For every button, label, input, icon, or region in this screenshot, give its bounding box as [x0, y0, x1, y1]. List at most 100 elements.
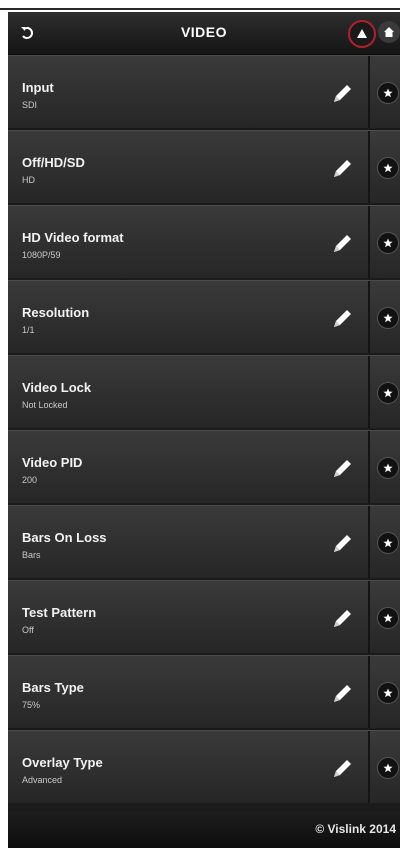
favorite-button[interactable]	[377, 307, 399, 329]
list-item-content[interactable]: Bars Type 75%	[8, 656, 366, 728]
star-icon	[383, 613, 393, 623]
pencil-icon	[334, 535, 351, 552]
pencil-icon	[334, 310, 351, 327]
page-title: VIDEO	[180, 24, 228, 40]
setting-title: Input	[22, 80, 54, 95]
home-button[interactable]	[378, 21, 400, 43]
list-item-content[interactable]: HD Video format 1080P/59	[8, 206, 366, 278]
setting-title: HD Video format	[22, 230, 124, 245]
row-divider	[368, 581, 370, 653]
list-item-content[interactable]: Input SDI	[8, 56, 366, 128]
row-divider	[368, 206, 370, 278]
list-item-content[interactable]: Test Pattern Off	[8, 581, 366, 653]
edit-button[interactable]	[328, 755, 356, 783]
star-icon	[383, 313, 393, 323]
edit-button[interactable]	[328, 230, 356, 258]
list-item-video-lock: Video Lock Not Locked	[8, 355, 400, 428]
list-item-off-hd-sd: Off/HD/SD HD	[8, 130, 400, 203]
list-item-bars-on-loss: Bars On Loss Bars	[8, 505, 400, 578]
setting-value: 1080P/59	[22, 250, 61, 260]
star-icon	[383, 388, 393, 398]
warning-icon	[357, 29, 367, 38]
setting-title: Test Pattern	[22, 605, 97, 620]
favorite-button[interactable]	[377, 532, 399, 554]
header-bar: VIDEO	[8, 12, 400, 55]
row-divider	[368, 431, 370, 503]
setting-title: Video PID	[22, 455, 83, 470]
edit-button[interactable]	[328, 455, 356, 483]
copyright-text: © Vislink 2014	[315, 822, 396, 836]
row-divider	[368, 656, 370, 728]
pencil-icon	[334, 460, 351, 477]
star-icon	[383, 163, 393, 173]
setting-value: Bars	[22, 550, 41, 560]
favorite-button[interactable]	[377, 232, 399, 254]
setting-title: Bars On Loss	[22, 530, 107, 545]
row-divider	[368, 131, 370, 203]
home-icon	[384, 27, 394, 37]
setting-title: Video Lock	[22, 380, 92, 395]
list-item-content[interactable]: Video Lock Not Locked	[8, 356, 366, 428]
star-icon	[383, 88, 393, 98]
pencil-icon	[334, 760, 351, 777]
row-divider	[368, 56, 370, 128]
settings-list: Input SDI Off/HD/SD HD HD Video format 1…	[8, 55, 400, 805]
setting-value: Advanced	[22, 775, 63, 785]
setting-value: 200	[22, 475, 38, 485]
favorite-button[interactable]	[377, 457, 399, 479]
star-icon	[383, 463, 393, 473]
footer-bar: © Vislink 2014	[8, 812, 400, 848]
pencil-icon	[334, 85, 351, 102]
setting-value: 75%	[22, 700, 41, 710]
list-item-content[interactable]: Resolution 1/1	[8, 281, 366, 353]
pencil-icon	[334, 610, 351, 627]
setting-value: SDI	[22, 100, 38, 110]
setting-value: HD	[22, 175, 35, 185]
pencil-icon	[334, 685, 351, 702]
row-divider	[368, 281, 370, 353]
row-divider	[368, 506, 370, 578]
list-item-content[interactable]: Overlay Type Advanced	[8, 731, 366, 803]
favorite-button[interactable]	[377, 382, 399, 404]
pencil-icon	[334, 160, 351, 177]
pencil-icon	[334, 235, 351, 252]
top-border-line	[0, 8, 400, 10]
favorite-button[interactable]	[377, 757, 399, 779]
edit-button[interactable]	[328, 680, 356, 708]
list-item-content[interactable]: Off/HD/SD HD	[8, 131, 366, 203]
edit-button[interactable]	[328, 530, 356, 558]
star-icon	[383, 538, 393, 548]
list-item-input: Input SDI	[8, 55, 400, 128]
list-item-video-pid: Video PID 200	[8, 430, 400, 503]
list-item-content[interactable]: Bars On Loss Bars	[8, 506, 366, 578]
warning-button[interactable]	[348, 20, 376, 48]
row-divider	[368, 356, 370, 428]
edit-button[interactable]	[328, 80, 356, 108]
list-item-test-pattern: Test Pattern Off	[8, 580, 400, 653]
favorite-button[interactable]	[377, 82, 399, 104]
favorite-button[interactable]	[377, 607, 399, 629]
list-item-overlay-type: Overlay Type Advanced	[8, 730, 400, 803]
setting-title: Bars Type	[22, 680, 84, 695]
setting-value: 1/1	[22, 325, 35, 335]
setting-title: Off/HD/SD	[22, 155, 85, 170]
star-icon	[383, 688, 393, 698]
favorite-button[interactable]	[377, 682, 399, 704]
star-icon	[383, 763, 393, 773]
list-item-content[interactable]: Video PID 200	[8, 431, 366, 503]
edit-button[interactable]	[328, 605, 356, 633]
screen-frame: VIDEO Input SDI Off/HD/SD HD HD Video fo…	[0, 0, 400, 848]
setting-title: Resolution	[22, 305, 90, 320]
edit-button[interactable]	[328, 305, 356, 333]
edit-button[interactable]	[328, 155, 356, 183]
star-icon	[383, 238, 393, 248]
list-item-hd-video-format: HD Video format 1080P/59	[8, 205, 400, 278]
row-divider	[368, 731, 370, 803]
favorite-button[interactable]	[377, 157, 399, 179]
app-container: VIDEO Input SDI Off/HD/SD HD HD Video fo…	[8, 12, 400, 848]
setting-title: Overlay Type	[22, 755, 103, 770]
setting-value: Off	[22, 625, 34, 635]
setting-value: Not Locked	[22, 400, 68, 410]
list-item-bars-type: Bars Type 75%	[8, 655, 400, 728]
list-item-resolution: Resolution 1/1	[8, 280, 400, 353]
